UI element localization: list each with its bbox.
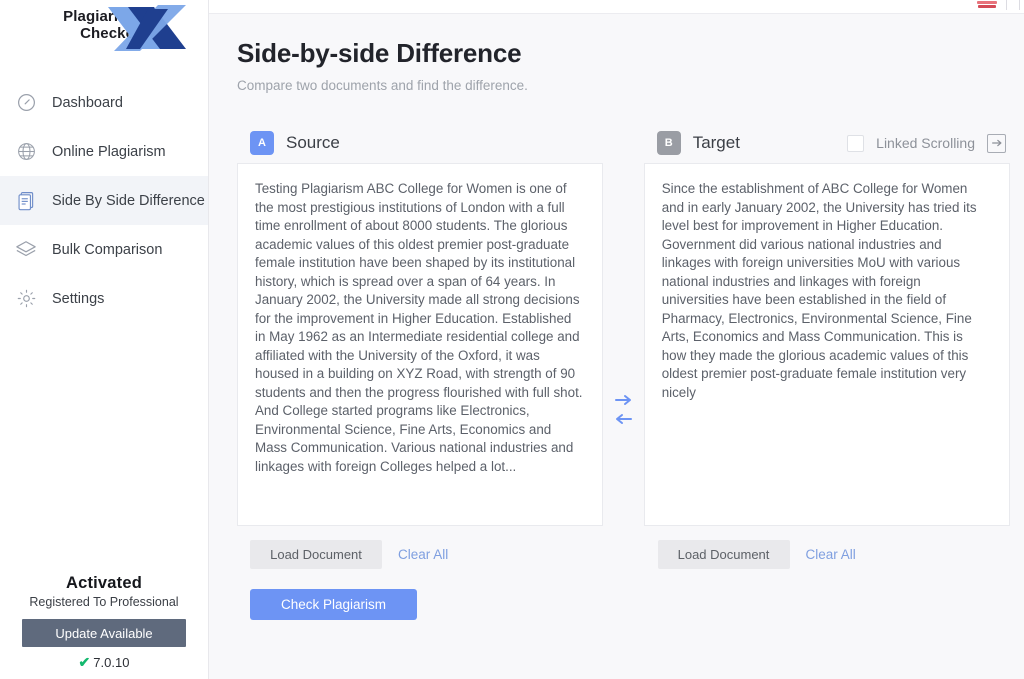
target-text: Since the establishment of ABC College f… xyxy=(661,181,981,400)
sidebar-item-label: Bulk Comparison xyxy=(52,241,163,258)
logo-x-mark xyxy=(108,5,186,51)
license-status: Activated xyxy=(65,574,143,592)
target-actions-wrap: Load Document Clear All xyxy=(645,526,1011,620)
gear-icon xyxy=(14,287,38,311)
main-content: Side-by-side Difference Compare two docu… xyxy=(209,0,1024,679)
sidebar-item-label: Dashboard xyxy=(52,94,123,111)
target-load-document-button[interactable]: Load Document xyxy=(657,540,790,569)
page-subtitle: Compare two documents and find the diffe… xyxy=(237,78,528,93)
page-title: Side-by-side Difference xyxy=(237,38,522,68)
linked-scrolling-checkbox[interactable] xyxy=(847,134,865,152)
version-row: ✔ 7.0.10 xyxy=(0,654,208,671)
sidebar-item-online-plagiarism[interactable]: Online Plagiarism xyxy=(0,127,208,176)
source-textarea[interactable]: Testing Plagiarism ABC College for Women… xyxy=(237,163,604,526)
target-panel-header: B Target Linked Scrolling xyxy=(644,123,1010,163)
dashboard-gauge-icon xyxy=(14,91,38,115)
sidebar-nav: Dashboard Online Plagiarism Side By Side… xyxy=(0,78,208,323)
source-panel: A Source Testing Plagiarism ABC College … xyxy=(237,123,604,526)
target-panel: B Target Linked Scrolling Since the esta… xyxy=(643,123,1010,526)
globe-icon xyxy=(14,140,38,164)
source-actions-wrap: Load Document Clear All Check Plagiarism xyxy=(237,526,603,620)
app-logo: Plagiarism Checker xyxy=(0,0,208,58)
sidebar-item-label: Settings xyxy=(52,290,105,307)
arrow-right-icon[interactable] xyxy=(614,392,633,408)
actions-row: Load Document Clear All Check Plagiarism… xyxy=(237,526,1010,620)
source-panel-header: A Source xyxy=(237,123,603,163)
target-header-actions: Linked Scrolling xyxy=(847,133,1010,153)
source-label: Source xyxy=(286,133,340,152)
comparison-panels: A Source Testing Plagiarism ABC College … xyxy=(237,123,1010,526)
sidebar-item-dashboard[interactable]: Dashboard xyxy=(0,78,208,127)
target-clear-all-link[interactable]: Clear All xyxy=(806,547,856,562)
minimize-icon[interactable] xyxy=(977,0,997,9)
stack-layers-icon xyxy=(14,238,38,262)
target-badge: B xyxy=(656,131,681,155)
sidebar-item-side-by-side-difference[interactable]: Side By Side Difference xyxy=(0,176,208,225)
target-label: Target xyxy=(692,133,740,152)
target-actions: Load Document Clear All xyxy=(645,540,1011,569)
target-textarea[interactable]: Since the establishment of ABC College f… xyxy=(643,163,1010,526)
license-registration: Registered To Professional xyxy=(29,595,179,609)
export-arrow-box-icon[interactable] xyxy=(987,133,1006,153)
actions-spacer xyxy=(603,526,645,620)
source-load-document-button[interactable]: Load Document xyxy=(250,540,382,569)
license-footer: Activated Registered To Professional Upd… xyxy=(0,574,208,671)
check-plagiarism-button[interactable]: Check Plagiarism xyxy=(250,589,417,620)
sidebar-item-settings[interactable]: Settings xyxy=(0,274,208,323)
sidebar-item-label: Online Plagiarism xyxy=(52,143,166,160)
sidebar-item-label: Side By Side Difference xyxy=(52,192,205,209)
source-clear-all-link[interactable]: Clear All xyxy=(398,547,448,562)
application-window: Plagiarism Checker Dashboard Online Plag… xyxy=(0,0,1024,679)
sidebar-item-bulk-comparison[interactable]: Bulk Comparison xyxy=(0,225,208,274)
source-badge: A xyxy=(250,131,274,155)
linked-scrolling-label: Linked Scrolling xyxy=(876,135,975,151)
swap-controls xyxy=(603,123,643,526)
window-controls-icon[interactable] xyxy=(1006,0,1020,10)
check-icon: ✔ xyxy=(78,654,91,670)
window-titlebar xyxy=(209,0,1024,14)
update-available-button[interactable]: Update Available xyxy=(22,619,186,647)
version-label: 7.0.10 xyxy=(93,655,130,670)
documents-icon xyxy=(14,189,38,213)
sidebar: Plagiarism Checker Dashboard Online Plag… xyxy=(0,0,209,679)
source-text: Testing Plagiarism ABC College for Women… xyxy=(255,181,586,474)
arrow-left-icon[interactable] xyxy=(614,411,633,427)
source-actions: Load Document Clear All xyxy=(237,540,603,569)
